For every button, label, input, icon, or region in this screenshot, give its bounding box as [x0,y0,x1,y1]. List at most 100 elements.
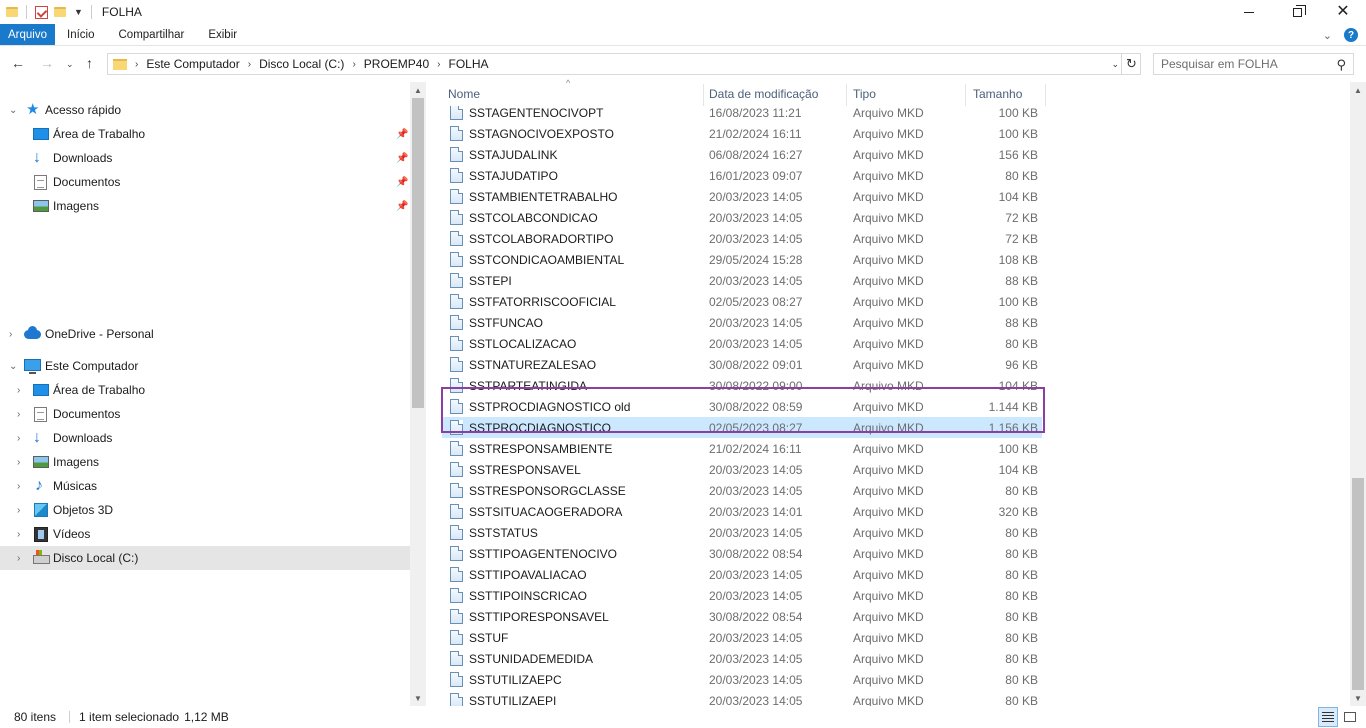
file-row[interactable]: SSTUTILIZAEPC 20/03/2023 14:05 Arquivo MKD… [442,669,1042,690]
nav-pc-pictures[interactable]: › Imagens [0,450,410,474]
search-icon[interactable]: ⚲ [1336,57,1346,73]
file-row[interactable]: SSTRESPONSAVEL 20/03/2023 14:05 Arquivo MK… [442,459,1042,480]
file-row[interactable]: SSTAMBIENTETRABALHO 20/03/2023 14:05 Arqui… [442,186,1042,207]
close-button[interactable]: ✕ [1320,0,1366,24]
recent-locations-chevron-icon[interactable]: ⌄ [66,59,74,70]
file-row[interactable]: SSTPROCDIAGNOSTICO old 30/08/2022 08:59 Ar… [442,396,1042,417]
file-row[interactable]: SSTRESPONSORGCLASSE 20/03/2023 14:05 Arqui… [442,480,1042,501]
breadcrumb-disco-local[interactable]: Disco Local (C:) [259,57,344,71]
properties-icon[interactable] [35,5,48,19]
new-folder-icon[interactable] [54,7,66,17]
pin-icon[interactable]: 📌 [396,129,408,140]
file-row[interactable]: SSTNATUREZALESAO 30/08/2022 09:01 Arquivo … [442,354,1042,375]
collapse-chevron-icon[interactable]: ⌄ [9,361,17,372]
large-icons-view-button[interactable] [1340,707,1360,727]
nav-pc-videos[interactable]: › Vídeos [0,522,410,546]
column-header-size[interactable]: Tamanho [966,82,1046,106]
file-row[interactable]: SSTTIPOINSCRICAO 20/03/2023 14:05 Arquivo … [442,585,1042,606]
address-bar[interactable]: › Este Computador › Disco Local (C:) › P… [107,53,1141,75]
pin-icon[interactable]: 📌 [396,177,408,188]
breadcrumb-chevron-icon[interactable]: › [135,59,138,70]
file-row[interactable]: SSTPARTEATINGIDA 30/08/2022 09:00 Arquivo … [442,375,1042,396]
file-row[interactable]: SSTUF 20/03/2023 14:05 Arquivo MKD 80 KB [442,627,1042,648]
expand-chevron-icon[interactable]: › [17,553,20,564]
expand-chevron-icon[interactable]: › [17,409,20,420]
collapse-chevron-icon[interactable]: ⌄ [9,105,17,116]
breadcrumb-folha[interactable]: FOLHA [448,57,488,71]
file-row[interactable]: SSTLOCALIZACAO 20/03/2023 14:05 Arquivo MK… [442,333,1042,354]
expand-ribbon-icon[interactable]: ⌄ [1323,29,1332,42]
file-list-scrollbar[interactable]: ▲ ▼ [1350,82,1366,706]
column-divider[interactable] [1045,84,1046,106]
file-row[interactable]: SSTFATORRISCOOFICIAL 02/05/2023 08:27 Arqu… [442,291,1042,312]
tab-inicio[interactable]: Início [55,24,107,45]
column-header-name[interactable]: ^ Nome [440,78,704,106]
nav-pc-downloads[interactable]: › ↓ Downloads [0,426,410,450]
breadcrumb-chevron-icon[interactable]: › [248,59,251,70]
nav-quick-access[interactable]: ⌄ ★ Acesso rápido [0,98,410,122]
nav-scrollbar-thumb[interactable] [412,98,424,408]
nav-scrollbar[interactable]: ▲ ▼ [410,82,426,706]
nav-this-pc[interactable]: ⌄ Este Computador [0,354,410,378]
pin-icon[interactable]: 📌 [396,201,408,212]
breadcrumb-chevron-icon[interactable]: › [437,59,440,70]
file-row[interactable]: SSTUNIDADEMEDIDA 20/03/2023 14:05 Arquivo … [442,648,1042,669]
refresh-icon[interactable]: ↻ [1121,54,1141,74]
nav-quick-pictures[interactable]: Imagens 📌 [0,194,410,218]
search-box[interactable]: ⚲ [1153,53,1354,75]
minimize-button[interactable] [1226,0,1272,24]
pin-icon[interactable]: 📌 [396,153,408,164]
nav-pc-documents[interactable]: › Documentos [0,402,410,426]
file-row[interactable]: SSTCOLABCONDICAO 20/03/2023 14:05 Arquivo … [442,207,1042,228]
file-row[interactable]: SSTAJUDATIPO 16/01/2023 09:07 Arquivo MKD 8… [442,165,1042,186]
tab-exibir[interactable]: Exibir [196,24,249,45]
nav-quick-desktop[interactable]: Área de Trabalho 📌 [0,122,410,146]
scroll-up-icon[interactable]: ▲ [1350,82,1366,98]
nav-pc-desktop[interactable]: › Área de Trabalho [0,378,410,402]
scroll-down-icon[interactable]: ▼ [410,690,426,706]
file-row[interactable]: SSTCOLABORADORTIPO 20/03/2023 14:05 Arquiv… [442,228,1042,249]
file-list-scrollbar-thumb[interactable] [1352,478,1364,690]
help-icon[interactable]: ? [1344,28,1358,42]
file-row[interactable]: SSTFUNCAO 20/03/2023 14:05 Arquivo MKD 88 K… [442,312,1042,333]
search-input[interactable] [1161,57,1331,71]
file-row[interactable]: SSTRESPONSAMBIENTE 21/02/2024 16:11 Arquiv… [442,438,1042,459]
customize-toolbar-dropdown-icon[interactable]: ▼ [74,7,83,17]
breadcrumb-proemp40[interactable]: PROEMP40 [364,57,429,71]
nav-onedrive[interactable]: › OneDrive - Personal [0,322,410,346]
scroll-down-icon[interactable]: ▼ [1350,690,1366,706]
expand-chevron-icon[interactable]: › [17,529,20,540]
file-row[interactable]: SSTAGENTENOCIVOPT 16/08/2023 11:21 Arquivo… [442,106,1042,123]
file-row[interactable]: SSTSITUACAOGERADORA 20/03/2023 14:01 Arqui… [442,501,1042,522]
file-row[interactable]: SSTSTATUS 20/03/2023 14:05 Arquivo MKD 80 K… [442,522,1042,543]
expand-chevron-icon[interactable]: › [17,505,20,516]
forward-arrow-icon[interactable]: → [40,55,54,71]
column-header-date[interactable]: Data de modificação [704,82,847,106]
nav-pc-music[interactable]: › ♪ Músicas [0,474,410,498]
tab-arquivo[interactable]: Arquivo [0,24,55,45]
file-row[interactable]: SSTAGNOCIVOEXPOSTO 21/02/2024 16:11 Arquiv… [442,123,1042,144]
tab-compartilhar[interactable]: Compartilhar [107,24,197,45]
expand-chevron-icon[interactable]: › [17,457,20,468]
file-row[interactable]: SSTEPI 20/03/2023 14:05 Arquivo MKD 88 KB [442,270,1042,291]
file-row[interactable]: SSTTIPORESPONSAVEL 30/08/2022 08:54 Arquiv… [442,606,1042,627]
nav-quick-documents[interactable]: Documentos 📌 [0,170,410,194]
details-view-button[interactable] [1318,707,1338,727]
breadcrumb-este-computador[interactable]: Este Computador [146,57,239,71]
file-row[interactable]: SSTTIPOAVALIACAO 20/03/2023 14:05 Arquivo … [442,564,1042,585]
file-row[interactable]: SSTTIPOAGENTENOCIVO 30/08/2022 08:54 Arqui… [442,543,1042,564]
expand-chevron-icon[interactable]: › [17,481,20,492]
column-header-type[interactable]: Tipo [847,82,966,106]
file-row[interactable]: SSTUTILIZAEPI 20/03/2023 14:05 Arquivo MKD… [442,690,1042,706]
expand-chevron-icon[interactable]: › [17,385,20,396]
file-row[interactable]: SSTAJUDALINK 06/08/2024 16:27 Arquivo MKD 1… [442,144,1042,165]
file-row[interactable]: SSTCONDICAOAMBIENTAL 29/05/2024 15:28 Arqu… [442,249,1042,270]
back-arrow-icon[interactable]: ← [11,55,25,71]
breadcrumb-chevron-icon[interactable]: › [352,59,355,70]
file-row[interactable]: SSTPROCDIAGNOSTICO 02/05/2023 08:27 Arquiv… [442,417,1042,438]
nav-pc-3d-objects[interactable]: › Objetos 3D [0,498,410,522]
nav-quick-downloads[interactable]: ↓ Downloads 📌 [0,146,410,170]
expand-chevron-icon[interactable]: › [9,329,12,340]
scroll-up-icon[interactable]: ▲ [410,82,426,98]
expand-chevron-icon[interactable]: › [17,433,20,444]
